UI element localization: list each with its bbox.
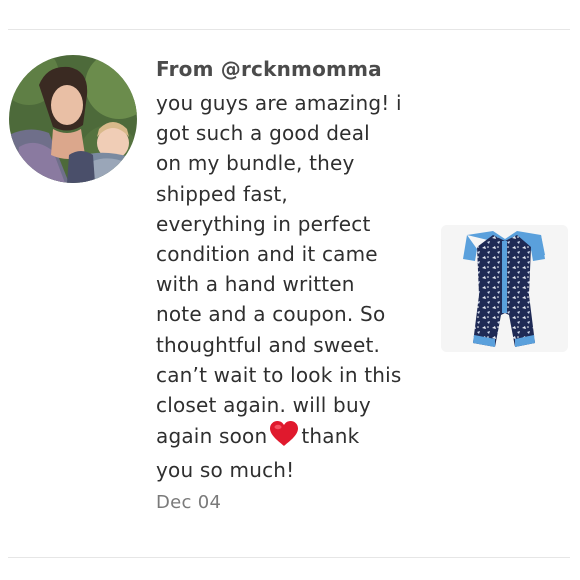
review-author[interactable]: From @rcknmomma (156, 55, 382, 83)
message-text: thank (301, 424, 360, 449)
message-line: shipped fast, (156, 181, 288, 206)
message-line: thoughtful and sweet. (156, 332, 381, 357)
heart-icon (269, 420, 299, 455)
avatar-photo (9, 55, 137, 183)
message-line: can’t wait to look in this (156, 362, 402, 387)
review-date: Dec 04 (156, 492, 222, 513)
message-line: you so much! (156, 458, 295, 483)
message-line-with-heart: again soon thank (156, 420, 426, 455)
message-text: again soon (156, 424, 268, 449)
divider-bottom (8, 557, 570, 558)
avatar[interactable] (9, 55, 137, 183)
divider-top (8, 29, 570, 30)
message-line: condition and it came (156, 242, 378, 267)
product-thumbnail[interactable] (441, 225, 568, 352)
message-line: got such a good deal (156, 121, 370, 146)
message-line: everything in perfect (156, 211, 371, 236)
message-line: with a hand written (156, 272, 355, 297)
message-line: you guys are amazing! i (156, 91, 402, 115)
message-line: closet again. will buy (156, 393, 371, 418)
romper-image (441, 225, 568, 352)
message-line: note and a coupon. So (156, 302, 386, 327)
message-line: on my bundle, they (156, 151, 355, 176)
review-message: you guys are amazing! i got such a good … (156, 88, 426, 486)
